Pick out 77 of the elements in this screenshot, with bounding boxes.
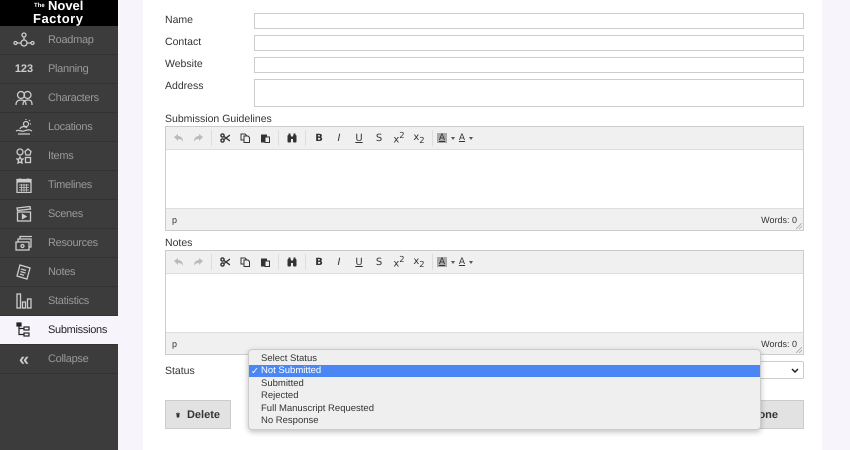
flowchart-icon — [16, 322, 32, 338]
binoculars-icon — [287, 133, 297, 143]
copy-icon — [240, 133, 250, 143]
stacked-cards-icon — [15, 235, 33, 251]
undo-icon — [174, 134, 182, 142]
nodes-icon — [13, 32, 35, 48]
field-label: Website — [165, 57, 204, 70]
sup-button[interactable]: x$^{2}$ — [389, 129, 409, 147]
sub-button[interactable]: x$_{2}$ — [409, 129, 429, 147]
clapperboard-icon — [16, 206, 32, 222]
calendar-icon — [16, 177, 32, 193]
field-label: Name — [165, 13, 194, 26]
word-count: Words: 0 — [761, 214, 797, 224]
input-field[interactable] — [254, 35, 804, 51]
resize-grip-icon — [796, 223, 802, 229]
sidebar-item[interactable]: Notes — [0, 258, 118, 287]
redo-icon — [194, 258, 202, 266]
undo-icon — [174, 258, 182, 266]
sub-button[interactable]: x$_{2}$ — [409, 253, 429, 271]
bold-button[interactable]: B — [309, 253, 329, 271]
redo-icon — [194, 134, 202, 142]
underline-button[interactable]: U — [349, 253, 369, 271]
caret-icon — [469, 136, 474, 140]
sidebar-item[interactable]: 123 Planning — [0, 55, 118, 84]
resize-grip-icon — [796, 347, 802, 353]
sidebar-item[interactable]: Submissions — [0, 316, 118, 345]
sidebar-item[interactable]: Locations — [0, 113, 118, 142]
editor-label: Notes — [165, 237, 194, 249]
strike-button[interactable]: S — [369, 253, 389, 271]
sidebar-item[interactable]: Characters — [0, 84, 118, 113]
input-field[interactable] — [254, 79, 804, 107]
caret-icon — [451, 260, 456, 264]
binoculars-icon — [287, 257, 297, 267]
sup-button[interactable]: x$^{2}$ — [389, 253, 409, 271]
scissors-icon — [220, 257, 230, 267]
shapes-icon — [16, 148, 32, 164]
bold-button[interactable]: B — [309, 129, 329, 147]
word-count: Words: 0 — [761, 338, 797, 348]
highlight-button[interactable]: A — [436, 129, 456, 147]
sidebar-item[interactable]: Items — [0, 142, 118, 171]
color-button[interactable]: A — [456, 253, 476, 271]
field-label: Status — [165, 364, 196, 376]
clipboard-icon — [260, 133, 270, 143]
editor-label: Submission Guidelines — [165, 113, 273, 125]
color-button[interactable]: A — [456, 129, 476, 147]
input-field[interactable] — [254, 13, 804, 29]
chevron-down-icon — [791, 368, 799, 372]
field-label: Contact — [165, 35, 202, 48]
caret-icon — [469, 260, 474, 264]
notepad-icon — [16, 264, 32, 280]
sidebar-item[interactable]: « Collapse — [0, 345, 118, 374]
sidebar-item[interactable]: Roadmap — [0, 26, 118, 55]
italic-button[interactable]: I — [329, 253, 349, 271]
strike-button[interactable]: S — [369, 129, 389, 147]
sidebar-item[interactable]: Scenes — [0, 200, 118, 229]
input-field[interactable] — [254, 57, 804, 73]
dropdown-option[interactable]: Submitted — [249, 377, 760, 390]
number-icon: 123 — [14, 63, 34, 75]
landscape-icon — [15, 119, 33, 135]
highlight-button[interactable]: A — [436, 253, 456, 271]
delete-button[interactable]: Delete — [165, 400, 231, 429]
dropdown-option[interactable]: Rejected — [249, 390, 760, 402]
field-label: Address — [165, 79, 205, 92]
dropdown-option[interactable]: Select Status — [249, 352, 760, 364]
double-chevron-icon: « — [18, 350, 29, 368]
underline-button[interactable]: U — [349, 129, 369, 147]
bar-chart-icon — [16, 293, 32, 309]
sidebar-item[interactable]: Timelines — [0, 171, 118, 200]
copy-icon — [240, 257, 250, 267]
element-path: p — [172, 338, 178, 348]
caret-icon — [451, 136, 456, 140]
scissors-icon — [220, 133, 230, 143]
sidebar-item[interactable]: Resources — [0, 229, 118, 258]
clipboard-icon — [260, 257, 270, 267]
people-icon — [15, 90, 33, 106]
italic-button[interactable]: I — [329, 129, 349, 147]
element-path: p — [172, 214, 178, 224]
